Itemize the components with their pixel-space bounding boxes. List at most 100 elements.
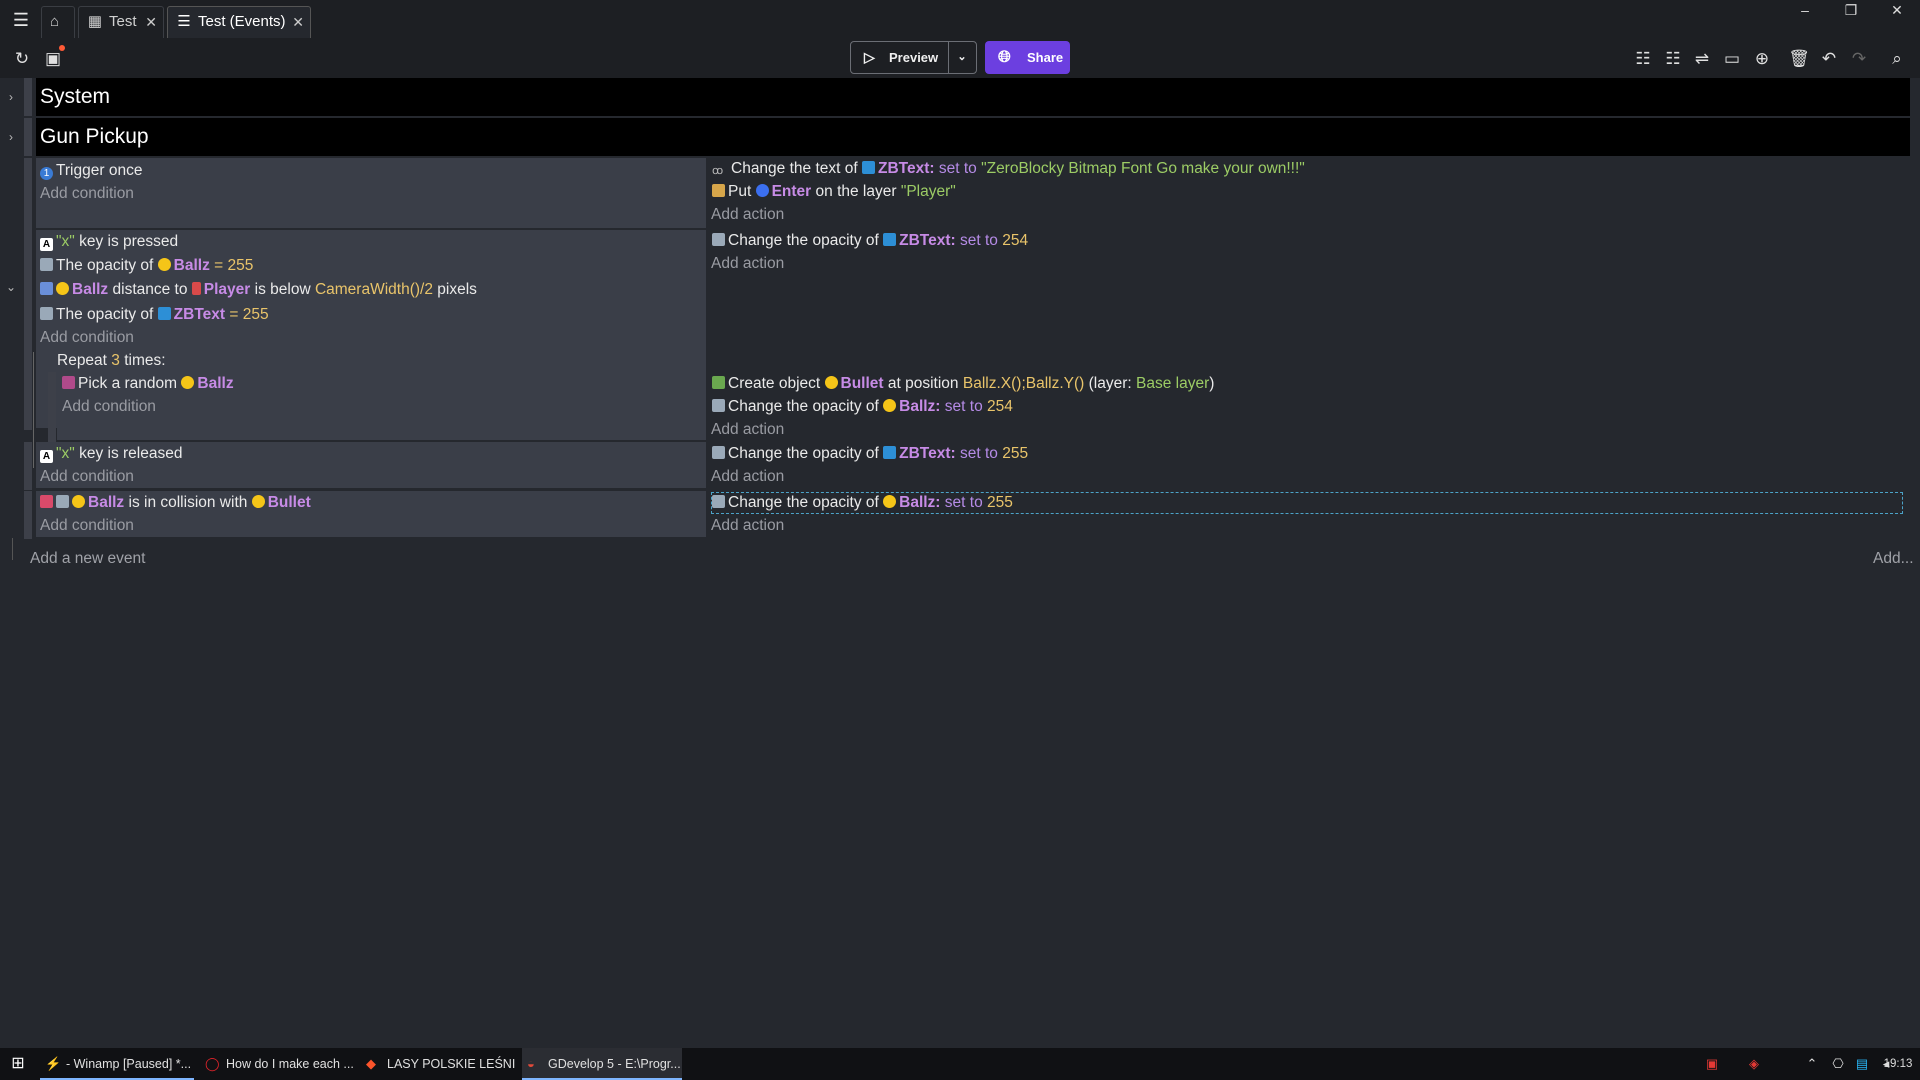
expand-arrow-icon[interactable]: › [4,130,18,144]
condition-trigger-once[interactable]: 1 Trigger once [40,160,142,182]
collision-icon [40,495,53,508]
history-icon[interactable]: ↻ [11,49,33,69]
undo-icon[interactable]: ↶ [1818,49,1840,69]
group-system[interactable]: System [36,78,1910,116]
group-bar [24,78,32,116]
opacity-icon [712,495,725,508]
brave-icon: ◆ [366,1056,376,1071]
repeat-header[interactable]: Repeat 3 times: [57,350,166,372]
zbtext-object-icon [157,307,171,320]
layer-icon [712,184,725,197]
preview-options-button[interactable]: ⌄ [948,42,976,73]
taskbar-item-winamp[interactable]: ⚡ - Winamp [Paused] *... [40,1048,194,1080]
expand-arrow-icon[interactable]: › [4,90,18,104]
add-condition-link[interactable]: Add condition [40,466,134,488]
condition-collision[interactable]: Ballz is in collision with Bullet [40,492,311,514]
ballz-object-icon [181,376,195,389]
preview-button[interactable]: ▷ Preview [851,42,949,73]
events-icon: ☰ [177,13,191,30]
condition-key-pressed[interactable]: A "x" key is pressed [40,231,178,253]
ballz-object-icon [157,258,171,271]
condition-pick-random[interactable]: Pick a random Ballz [62,373,234,395]
collapse-arrow-icon[interactable]: ⌄ [4,280,18,294]
ballz-object-icon [72,495,85,508]
add-action-link[interactable]: Add action [711,204,784,226]
minimize-button[interactable]: – [1790,2,1820,22]
add-action-link[interactable]: Add action [711,253,784,275]
taskbar: ⊞ ⚡ - Winamp [Paused] *... ◯ How do I make… [0,1048,1920,1080]
preview-button-group: ▷ Preview ⌄ [850,41,977,74]
ballz-object-icon [883,399,897,412]
bullet-object-icon [824,376,838,389]
network-icon[interactable]: ▤ [1852,1048,1872,1080]
ballz-object-icon [56,282,69,295]
close-icon[interactable]: ✕ [292,7,304,37]
opacity-icon [712,399,725,412]
create-object-icon [712,376,725,389]
add-condition-link[interactable]: Add condition [40,327,134,349]
add-condition-link[interactable]: Add condition [40,183,134,205]
add-action-link[interactable]: Add action [711,466,784,488]
home-icon: ⌂ [50,13,60,30]
windows-start-icon[interactable]: ⊞ [6,1048,30,1080]
event-bar[interactable] [24,158,32,230]
action-opacity-ballz[interactable]: Change the opacity of Ballz: set to 255 [712,492,1013,514]
tab-test-events[interactable]: ☰ Test (Events) ✕ [167,6,311,38]
add-action-link[interactable]: Add action [711,419,784,441]
action-create-object[interactable]: Create object Bullet at position Ballz.X… [712,373,1214,395]
menu-icon[interactable]: ☰ [11,10,31,30]
game-launcher-icon[interactable]: ◈ [1742,1048,1766,1080]
group-gun-pickup[interactable]: Gun Pickup [36,118,1910,156]
condition-key-released[interactable]: A "x" key is released [40,443,182,465]
add-subevent-icon[interactable]: ☷ [1662,49,1684,69]
opacity-icon [712,446,725,459]
condition-distance[interactable]: Ballz distance to Player is below Camera… [40,279,477,301]
add-comment-icon[interactable]: ▭ [1721,49,1743,69]
add-action-link[interactable]: Add action [711,515,784,537]
taskbar-item-opera[interactable]: ◯ How do I make each ... [200,1048,354,1080]
save-icon[interactable]: ▣ [42,45,65,69]
gamepad-icon[interactable]: ⎔ [1827,1048,1849,1080]
add-condition-link[interactable]: Add condition [62,396,156,418]
event-bar[interactable] [24,442,32,490]
add-more-icon[interactable]: ⊕ [1751,49,1773,69]
share-button[interactable]: 🌐︎ Share [985,41,1070,74]
opacity-icon [712,233,725,246]
redo-icon[interactable]: ↷ [1848,49,1870,69]
taskbar-item-brave[interactable]: ◆LASY POLSKIE LEŚNIC... [361,1048,515,1080]
search-icon[interactable]: ⌕ [1886,49,1908,69]
tree-line [12,538,13,560]
action-change-text[interactable]: ꝏ Change the text of ZBText: set to "Zero… [712,158,1305,180]
action-opacity-zbtext[interactable]: Change the opacity of ZBText: set to 255 [712,443,1028,465]
close-icon[interactable]: ✕ [145,7,157,37]
delete-icon[interactable]: 🗑︎ [1788,49,1810,69]
add-more-link[interactable]: Add... [1873,550,1914,568]
action-opacity-zbtext[interactable]: Change the opacity of ZBText: set to 254 [712,230,1028,252]
add-else-icon[interactable]: ⇌ [1691,49,1713,69]
clock[interactable]: 19:13 [1878,1048,1918,1080]
title-bar: ☰ ⌂ ▦ Test ✕ ☰ Test (Events) ✕ – ❐ ✕ [0,0,1920,40]
add-condition-link[interactable]: Add condition [40,515,134,537]
home-tab[interactable]: ⌂ [41,6,75,38]
keyboard-icon: A [40,450,53,463]
condition-opacity-zbtext[interactable]: The opacity of ZBText = 255 [40,304,269,326]
action-opacity-ballz[interactable]: Change the opacity of Ballz: set to 254 [712,396,1013,418]
action-put-layer[interactable]: Put Enter on the layer "Player" [712,181,956,203]
condition-opacity-ballz[interactable]: The opacity of Ballz = 255 [40,255,253,277]
close-window-button[interactable]: ✕ [1882,2,1912,22]
globe-icon: 🌐︎ [998,49,1011,66]
event-bar[interactable] [24,230,32,430]
event-bar[interactable] [24,491,32,539]
tab-test[interactable]: ▦ Test ✕ [78,6,164,38]
add-event-icon[interactable]: ☷ [1632,49,1654,69]
zbtext-object-icon [883,233,897,246]
add-new-event-link[interactable]: Add a new event [30,550,145,568]
event-bar[interactable] [48,372,56,442]
chevron-up-icon[interactable]: ⌃ [1802,1048,1822,1080]
subevent-connector [33,352,34,468]
invert-icon [56,495,69,508]
antivirus-icon[interactable]: ▣ [1700,1048,1724,1080]
restore-button[interactable]: ❐ [1836,2,1866,22]
player-object-icon [191,282,201,295]
taskbar-item-gdevelop[interactable]: ◒ GDevelop 5 - E:\Progr... [522,1048,682,1080]
